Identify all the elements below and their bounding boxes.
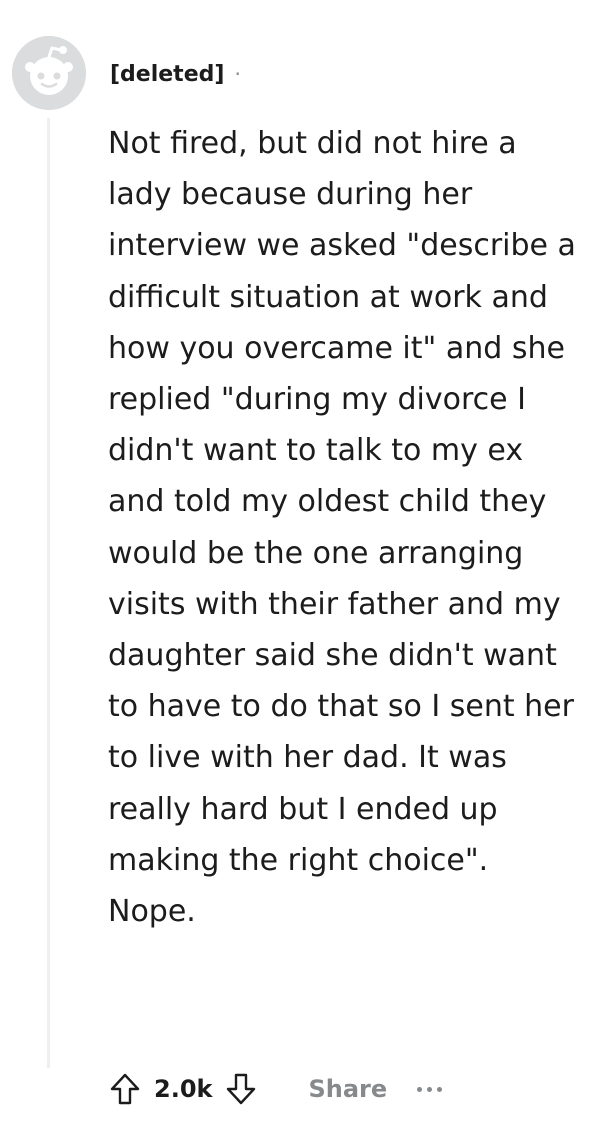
more-dot [437, 1086, 443, 1092]
comment-body: Not fired, but did not hire a lady becau… [108, 126, 576, 930]
more-dot [427, 1086, 433, 1092]
comment-header: [deleted] · [110, 57, 241, 91]
share-button[interactable]: Share [308, 1075, 387, 1103]
more-dot [417, 1086, 423, 1092]
downvote-arrow-icon[interactable] [222, 1070, 260, 1108]
avatar[interactable] [12, 36, 86, 110]
comment-actions: 2.0k Share [106, 1064, 443, 1114]
comment: [deleted] · Not fired, but did not hire … [0, 0, 599, 1132]
upvote-arrow-icon[interactable] [106, 1070, 144, 1108]
more-options-icon[interactable] [417, 1070, 443, 1108]
separator-dot: · [234, 62, 241, 86]
vote-score: 2.0k [154, 1075, 213, 1103]
author-name[interactable]: [deleted] [110, 62, 224, 87]
thread-line[interactable] [47, 118, 50, 1068]
reddit-avatar-icon [12, 36, 86, 110]
